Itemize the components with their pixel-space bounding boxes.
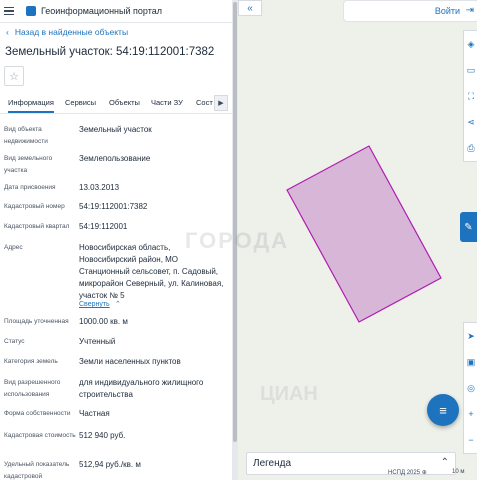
chevron-up-icon: ⌃ bbox=[114, 301, 121, 308]
star-icon: ☆ bbox=[9, 70, 19, 83]
back-link[interactable]: ‹ Назад в найденные объекты bbox=[6, 27, 128, 37]
attr-label: Дата присвоения bbox=[4, 184, 56, 191]
favorite-button[interactable]: ☆ bbox=[4, 66, 24, 86]
minus-icon: − bbox=[468, 435, 474, 445]
share-icon: ⋖ bbox=[467, 116, 475, 127]
basemap-tool[interactable]: ▣ bbox=[464, 349, 477, 375]
share-tool[interactable]: ⋖ bbox=[464, 109, 477, 135]
attr-value: Частная bbox=[79, 409, 110, 418]
layers-icon: ◈ bbox=[467, 38, 475, 49]
print-icon: ⎙ bbox=[467, 142, 475, 153]
attr-value: для индивидуального жилищного строительс… bbox=[79, 378, 204, 399]
attr-label: Вид земельного участка bbox=[4, 155, 53, 174]
pencil-tool[interactable]: ✎ bbox=[460, 212, 477, 242]
attr-value: Земельный участок bbox=[79, 125, 152, 134]
selection-icon: ⛶ bbox=[467, 90, 475, 101]
locate-icon: ◎ bbox=[467, 382, 475, 393]
attr-label: Удельный показатель кадастровой bbox=[4, 461, 70, 480]
attr-value: 13.03.2013 bbox=[79, 183, 120, 192]
attr-value: Земли населенных пунктов bbox=[79, 357, 181, 366]
map-icon: ▣ bbox=[466, 356, 476, 367]
attr-label: Адрес bbox=[4, 244, 23, 251]
print-tool[interactable]: ⎙ bbox=[464, 135, 477, 161]
legend-label: Легенда bbox=[253, 458, 292, 469]
attr-label: Вид разрешенного использования bbox=[4, 379, 61, 398]
double-chevron-left-icon: « bbox=[247, 2, 253, 14]
tab-services[interactable]: Сервисы bbox=[65, 98, 96, 107]
collapse-panel-button[interactable]: « bbox=[238, 0, 262, 16]
tab-bar: Информация Сервисы Объекты Части ЗУ Сост… bbox=[0, 93, 232, 114]
attr-value: 512,94 руб./кв. м bbox=[79, 460, 141, 469]
attr-label: Вид объекта недвижимости bbox=[4, 126, 48, 145]
attr-value: 54:19:112001:7382 bbox=[79, 202, 148, 211]
locate-tool[interactable]: ◎ bbox=[464, 375, 477, 401]
attr-value: 1000.00 кв. м bbox=[79, 317, 128, 326]
pencil-icon: ✎ bbox=[464, 221, 473, 233]
map-toolbar-bottom: ➤ ▣ ◎ + − bbox=[463, 322, 477, 454]
portal-title: Геоинформационный портал bbox=[41, 6, 162, 16]
tab-parts[interactable]: Части ЗУ bbox=[151, 98, 183, 107]
login-button[interactable]: Войти ⇥ bbox=[343, 0, 477, 22]
watermark: ГОРОДА bbox=[185, 228, 290, 253]
tab-state[interactable]: Сост bbox=[196, 98, 213, 107]
chevron-up-icon: ⌃ bbox=[440, 457, 449, 468]
parcel-polygon[interactable] bbox=[286, 145, 442, 323]
tab-objects[interactable]: Объекты bbox=[109, 98, 140, 107]
navigate-tool[interactable]: ➤ bbox=[464, 323, 477, 349]
plus-icon: + bbox=[468, 409, 474, 419]
chevron-left-icon: ‹ bbox=[6, 27, 9, 37]
tab-info[interactable]: Информация bbox=[8, 98, 54, 113]
attr-label: Площадь уточненная bbox=[4, 318, 69, 325]
attr-label: Категория земель bbox=[4, 358, 58, 365]
layers-tool[interactable]: ◈ bbox=[464, 31, 477, 57]
login-icon: ⇥ bbox=[465, 5, 474, 16]
chat-button[interactable]: ≡ bbox=[427, 394, 459, 426]
portal-logo bbox=[26, 6, 36, 16]
attr-label: Кадастровый номер bbox=[4, 203, 65, 210]
navigation-icon: ➤ bbox=[467, 330, 475, 341]
attr-label: Статус bbox=[4, 338, 25, 345]
zoom-out-button[interactable]: − bbox=[464, 427, 477, 453]
copyright-text: НСПД 2025 ⊕ bbox=[388, 470, 427, 476]
chevron-right-icon: ▶ bbox=[218, 100, 224, 107]
menu-icon[interactable] bbox=[0, 0, 18, 22]
top-bar: Геоинформационный портал bbox=[0, 0, 232, 23]
list-icon: ≡ bbox=[439, 402, 447, 418]
measure-tool[interactable]: ▭ bbox=[464, 57, 477, 83]
ruler-icon: ▭ bbox=[466, 64, 476, 75]
attr-label: Кадастровая стоимость bbox=[4, 432, 76, 439]
attr-label: Кадастровый квартал bbox=[4, 223, 70, 230]
login-label: Войти bbox=[434, 6, 460, 16]
attr-label: Форма собственности bbox=[4, 410, 71, 417]
map-toolbar-top: ◈ ▭ ⛶ ⋖ ⎙ bbox=[463, 30, 477, 162]
attr-value: 512 940 руб. bbox=[79, 431, 126, 440]
back-link-label: Назад в найденные объекты bbox=[14, 27, 129, 37]
page-title: Земельный участок: 54:19:112001:7382 bbox=[5, 46, 215, 58]
watermark-secondary: ЦИАН bbox=[260, 383, 318, 405]
collapse-link[interactable]: Свернуть bbox=[79, 301, 110, 308]
attr-value: Землепользование bbox=[79, 154, 151, 163]
attr-value: Учтенный bbox=[79, 337, 116, 346]
collapse-link-wrap: Свернуть ⌃ bbox=[79, 298, 229, 311]
tabs-scroll-button[interactable]: ▶ bbox=[214, 95, 228, 111]
select-tool[interactable]: ⛶ bbox=[464, 83, 477, 109]
scroll-thumb[interactable] bbox=[233, 2, 237, 442]
scale-text: 10 м bbox=[452, 469, 465, 475]
zoom-in-button[interactable]: + bbox=[464, 401, 477, 427]
